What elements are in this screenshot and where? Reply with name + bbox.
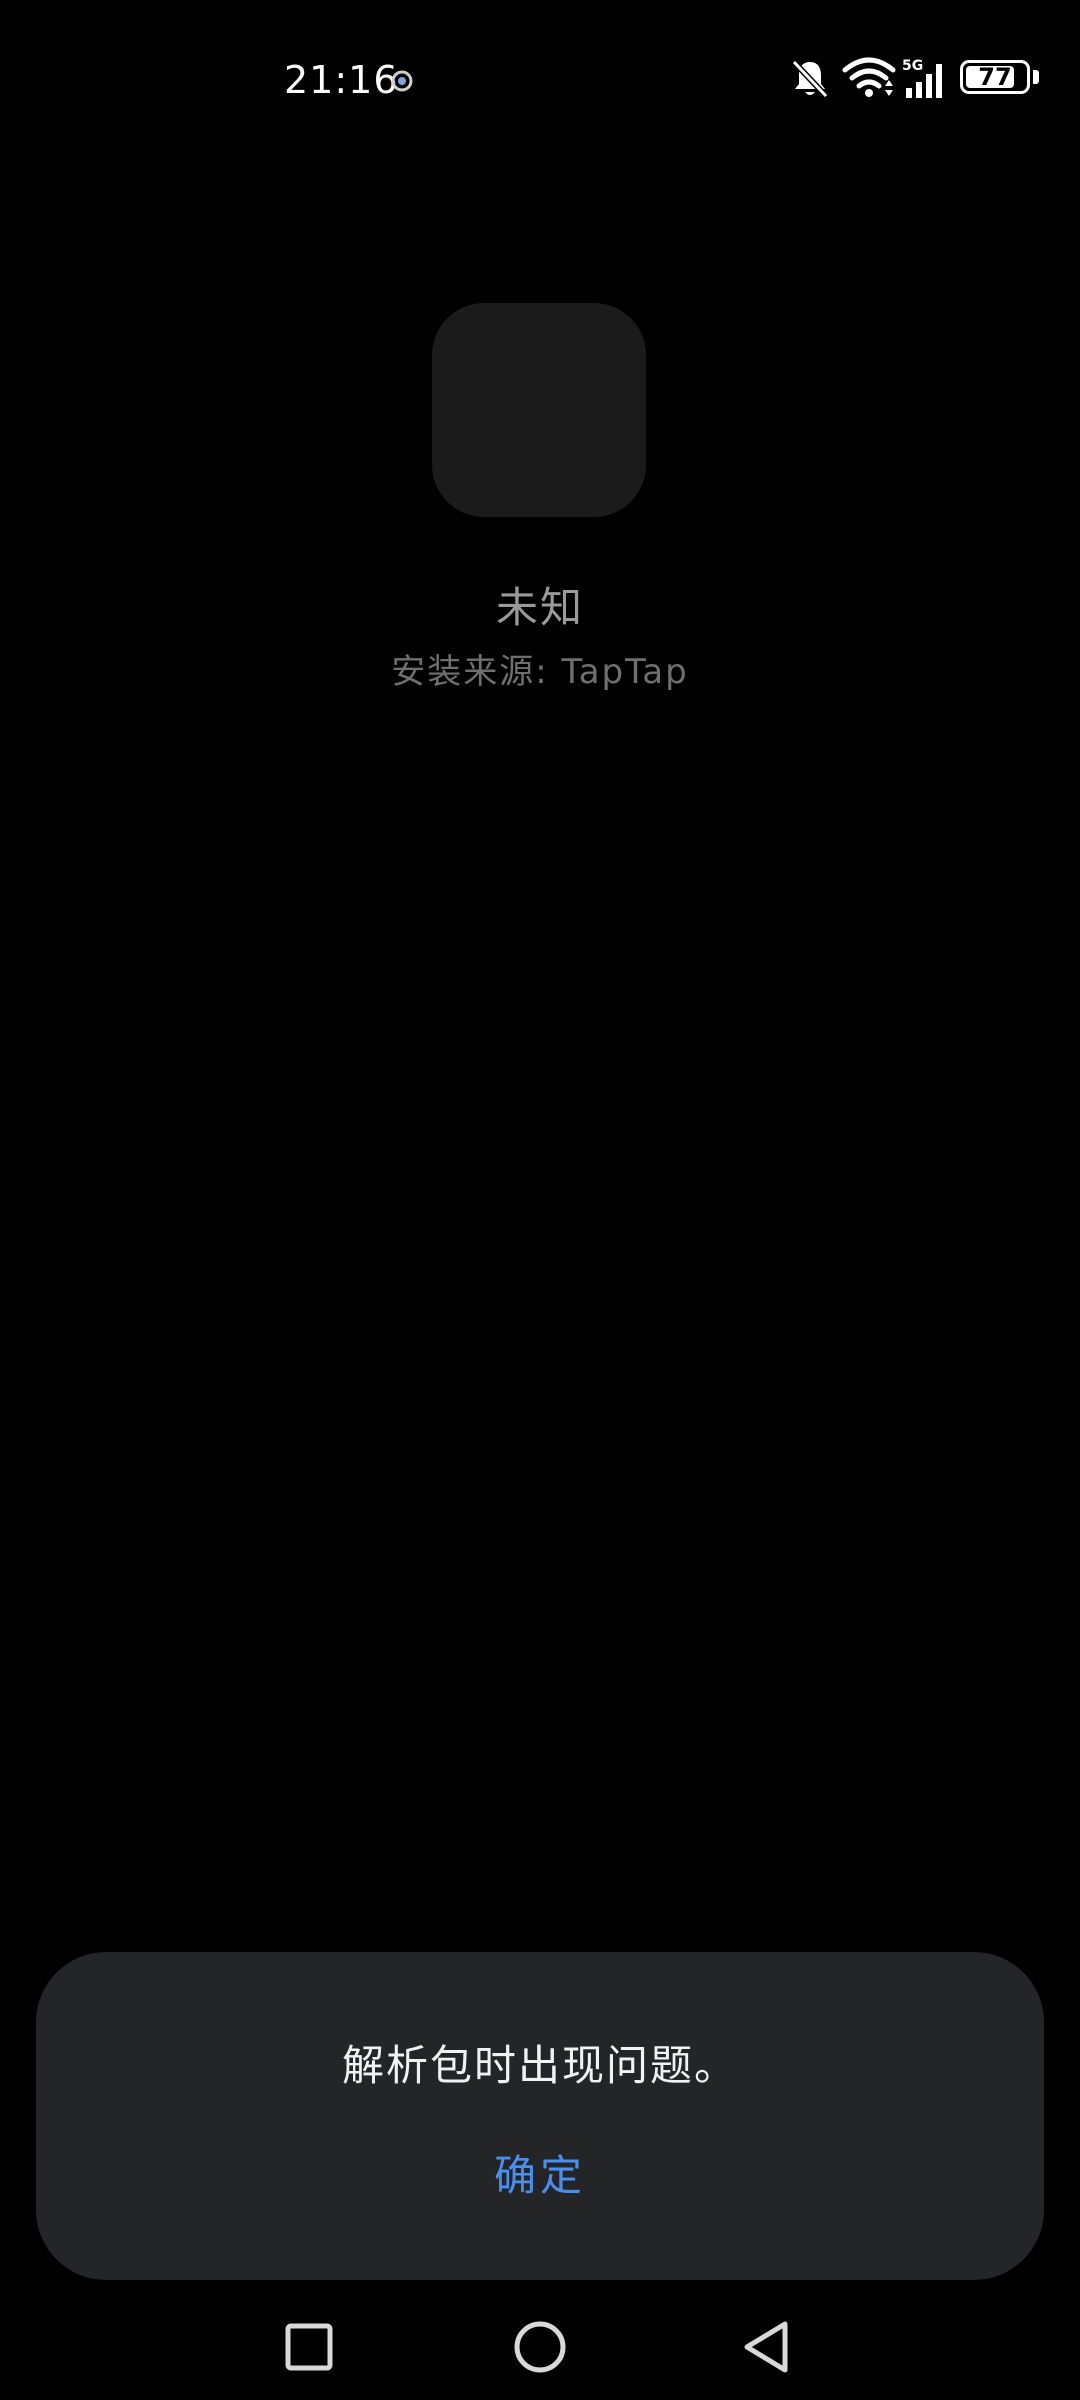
network-type-label: 5G <box>902 58 923 74</box>
battery-level: 77 <box>978 63 1012 91</box>
status-time: 21:16 <box>284 58 399 102</box>
dialog-message: 解析包时出现问题。 <box>341 2041 738 2090</box>
app-name: 未知 <box>495 583 584 632</box>
app-icon-placeholder <box>432 303 646 517</box>
status-bar: 21:16 5G 77 <box>0 0 1080 160</box>
home-circle-icon[interactable] <box>505 2312 575 2382</box>
signal-icon: 5G <box>902 58 942 98</box>
sync-icon <box>391 70 413 92</box>
install-source-label: 安装来源: TapTap <box>391 652 689 692</box>
navigation-bar <box>0 2290 1080 2400</box>
battery-icon: 77 <box>960 56 1044 100</box>
error-dialog: 解析包时出现问题。 确定 <box>36 1952 1044 2280</box>
bell-muted-icon <box>791 59 829 99</box>
confirm-button[interactable]: 确定 <box>440 2140 640 2212</box>
wifi-icon <box>842 57 896 97</box>
recents-square-icon[interactable] <box>274 2312 344 2382</box>
back-triangle-icon[interactable] <box>733 2312 803 2382</box>
